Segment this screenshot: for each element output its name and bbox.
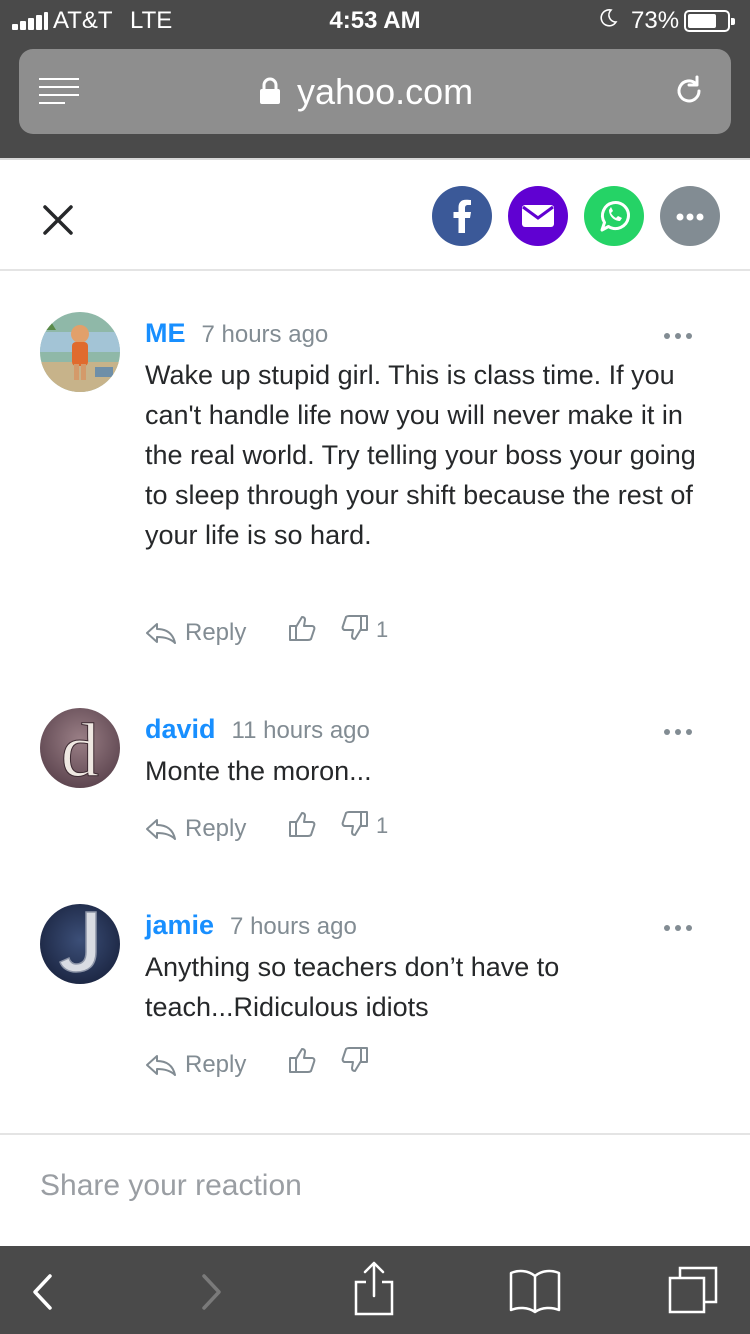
forward-icon[interactable] — [198, 1272, 224, 1312]
comment-header: david 11 hours ago — [145, 714, 370, 754]
comment-username[interactable]: ME — [145, 318, 186, 348]
comment-timestamp: 7 hours ago — [230, 913, 357, 940]
comment-username[interactable]: jamie — [145, 910, 214, 940]
comment-timestamp: 7 hours ago — [201, 321, 329, 348]
url-text[interactable]: yahoo.com — [297, 71, 473, 113]
whatsapp-share-button[interactable] — [584, 186, 644, 246]
comment-header: jamie 7 hours ago — [145, 910, 357, 950]
reply-icon[interactable] — [145, 1053, 177, 1077]
comment-more-icon[interactable] — [664, 333, 694, 343]
thumbs-down-icon[interactable] — [340, 1045, 370, 1075]
thumbs-up-icon[interactable] — [287, 809, 317, 839]
back-icon[interactable] — [30, 1272, 56, 1312]
reply-button[interactable]: Reply — [185, 619, 246, 647]
comment-timestamp: 11 hours ago — [231, 717, 370, 744]
cartoon-avatar — [40, 312, 120, 392]
battery-icon — [684, 10, 735, 32]
thumbs-down-icon[interactable] — [340, 809, 370, 839]
reply-icon[interactable] — [145, 817, 177, 841]
thumbs-up-icon[interactable] — [287, 1045, 317, 1075]
user-avatar[interactable] — [40, 312, 120, 392]
mail-icon — [522, 205, 554, 227]
email-share-button[interactable] — [508, 186, 568, 246]
more-icon — [676, 213, 704, 221]
comment-text: Wake up stupid girl. This is class time.… — [145, 360, 696, 550]
svg-text:d: d — [61, 709, 99, 788]
close-icon[interactable] — [40, 202, 76, 238]
thumbs-up-icon[interactable] — [287, 613, 317, 643]
dislike-count: 1 — [376, 617, 389, 642]
reply-button[interactable]: Reply — [185, 815, 246, 843]
reader-menu-icon[interactable] — [39, 78, 79, 104]
reply-icon[interactable] — [145, 621, 177, 645]
letter-j-avatar — [40, 904, 120, 984]
battery-percent: 73% — [631, 7, 680, 34]
reaction-placeholder[interactable]: Share your reaction — [40, 1169, 302, 1203]
user-avatar[interactable] — [40, 904, 120, 984]
reply-button[interactable]: Reply — [185, 1051, 246, 1079]
share-icon[interactable] — [352, 1260, 396, 1316]
reaction-input[interactable]: Share your reaction — [0, 1133, 750, 1246]
comment-more-icon[interactable] — [664, 925, 694, 935]
share-header — [0, 158, 750, 271]
letter-d-avatar: d — [40, 708, 120, 788]
address-bar[interactable]: yahoo.com — [19, 49, 731, 134]
facebook-share-button[interactable] — [432, 186, 492, 246]
comment-more-icon[interactable] — [664, 729, 694, 739]
facebook-icon — [453, 199, 471, 233]
comment-text: Anything so teachers don’t have to teach… — [145, 952, 560, 1022]
comment-text: Monte the moron... — [145, 756, 372, 786]
reload-icon[interactable] — [671, 73, 707, 109]
browser-chrome: AT&T LTE 4:53 AM 73% yahoo.com — [0, 0, 750, 158]
browser-toolbar — [0, 1246, 750, 1334]
comment-username[interactable]: david — [145, 714, 216, 744]
more-share-button[interactable] — [660, 186, 720, 246]
whatsapp-icon — [600, 201, 630, 232]
dislike-count: 1 — [376, 813, 389, 838]
bookmarks-icon[interactable] — [508, 1268, 562, 1314]
status-bar: AT&T LTE 4:53 AM 73% — [0, 0, 750, 40]
do-not-disturb-icon — [600, 9, 618, 27]
tabs-icon[interactable] — [668, 1264, 720, 1316]
thumbs-down-icon[interactable] — [340, 613, 370, 643]
comment-header: ME 7 hours ago — [145, 318, 328, 358]
lock-icon — [260, 77, 280, 104]
user-avatar[interactable]: d — [40, 708, 120, 788]
